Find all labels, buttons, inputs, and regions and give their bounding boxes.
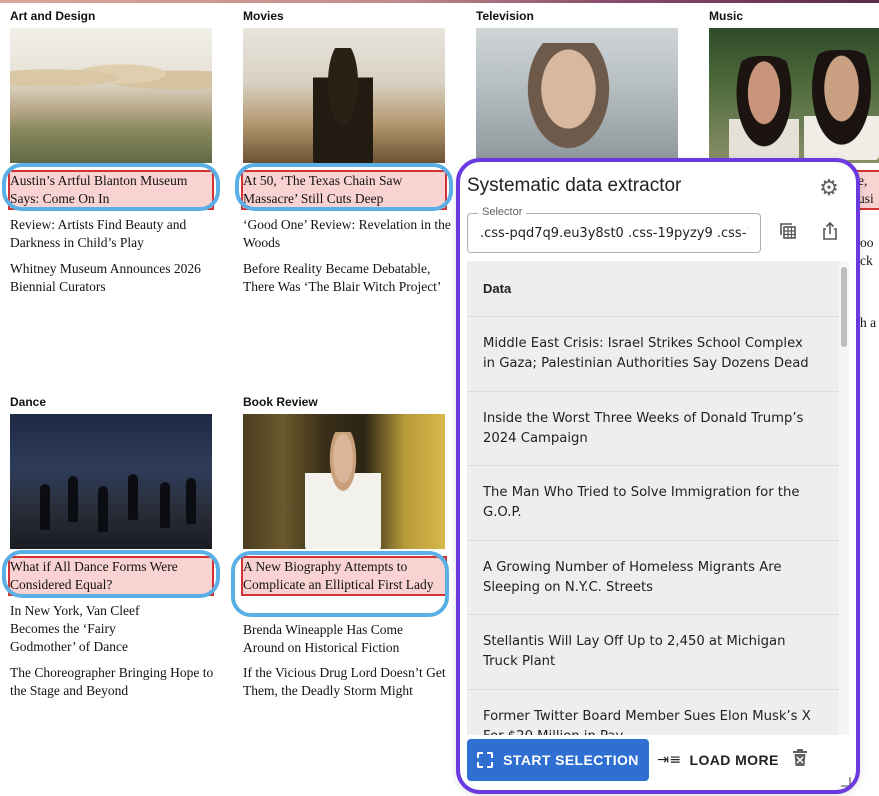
clipped-text: h a [860,315,877,330]
clipped-text: oo [860,235,874,250]
section-book-review: Book Review [243,394,318,410]
story-link[interactable]: Whitney Museum Announces 2026 Biennial C… [10,260,220,296]
book-image-portrait [305,432,381,549]
table-row[interactable]: Inside the Worst Three Weeks of Donald T… [467,392,839,466]
table-row[interactable]: Stellantis Will Lay Off Up to 2,450 at M… [467,615,839,690]
table-row[interactable]: Former Twitter Board Member Sues Elon Mu… [467,690,839,736]
art-thumbnail[interactable] [10,28,212,163]
section-title-movies[interactable]: Movies [243,8,284,24]
panel-title: Systematic data extractor [467,175,682,196]
music-story-highlight[interactable]: e, usi [856,170,879,210]
clipped-text: e, [858,173,868,188]
section-title-art[interactable]: Art and Design [10,8,95,24]
story-link[interactable]: The Choreographer Bringing Hope to the S… [10,664,220,700]
table-row[interactable]: The Man Who Tried to Solve Immigration f… [467,466,839,541]
copy-table-icon[interactable] [775,221,801,247]
dance-image-figure [68,476,78,522]
section-art-design: Art and Design [10,8,95,24]
dance-image-figure [186,478,196,524]
share-icon-graphic [823,221,837,240]
story-link[interactable]: Review: Artists Find Beauty and Darkness… [10,216,220,252]
data-extractor-panel: Systematic data extractor ⚙ Selector Dat… [459,161,857,791]
gear-icon[interactable]: ⚙ [817,177,841,201]
page-top-bar [0,0,879,3]
story-link[interactable]: In New York, Van Cleef Becomes the ‘Fair… [10,602,180,656]
share-icon[interactable] [817,221,843,247]
selector-field[interactable]: Selector [467,206,761,253]
music-image-person [729,56,799,161]
section-music: Music [709,8,743,24]
music-image-person [804,50,879,160]
section-movies: Movies [243,8,284,24]
scrollbar-thumb[interactable] [841,267,847,347]
music-thumbnail[interactable] [709,28,879,163]
dance-image-figure [128,474,138,520]
table-row[interactable]: A Growing Number of Homeless Migrants Ar… [467,541,839,615]
load-more-label: LOAD MORE [689,752,779,768]
story-link[interactable]: Austin’s Artful Blanton Museum Says: Com… [8,170,214,210]
television-image-face [521,43,616,158]
data-table[interactable]: Data Middle East Crisis: Israel Strikes … [467,261,839,735]
story-link[interactable]: At 50, ‘The Texas Chain Saw Massacre’ St… [241,170,447,210]
copy-table-icon-graphic [780,223,796,239]
clipped-text: ck [860,253,873,268]
book-review-thumbnail[interactable] [243,414,445,549]
art-image-canopy [10,58,212,98]
table-header: Data [467,261,839,317]
story-link[interactable]: A New Biography Attempts to Complicate a… [241,556,447,596]
section-dance: Dance [10,394,46,410]
load-more-button[interactable]: ⇥≡ LOAD MORE [655,739,781,781]
movies-image-figure [313,48,373,163]
trash-icon[interactable] [789,749,811,771]
section-title-music[interactable]: Music [709,8,743,24]
section-title-dance[interactable]: Dance [10,394,46,410]
television-thumbnail[interactable] [476,28,678,163]
dance-image-figure [160,482,170,528]
story-link[interactable]: ‘Good One’ Review: Revelation in the Woo… [243,216,453,252]
trash-icon-graphic [793,749,807,766]
selector-input[interactable] [468,214,760,252]
dance-image-figure [98,486,108,532]
load-more-icon: ⇥≡ [657,752,682,768]
selection-icon [477,752,494,768]
story-link[interactable]: Brenda Wineapple Has Come Around on Hist… [243,621,443,657]
story-link[interactable]: If the Vicious Drug Lord Doesn’t Get The… [243,664,448,700]
movies-thumbnail[interactable] [243,28,445,163]
section-title-television[interactable]: Television [476,8,534,24]
story-link[interactable]: What if All Dance Forms Were Considered … [8,556,214,596]
dance-image-figure [40,484,50,530]
resize-handle[interactable] [841,777,851,787]
table-row[interactable]: Middle East Crisis: Israel Strikes Schoo… [467,317,839,392]
section-television: Television [476,8,534,24]
start-selection-label: START SELECTION [503,752,639,768]
dance-thumbnail[interactable] [10,414,212,549]
section-title-book-review[interactable]: Book Review [243,394,318,410]
clipped-text: usi [858,191,874,206]
table-scrollbar[interactable] [839,261,849,735]
story-link[interactable]: Before Reality Became Debatable, There W… [243,260,443,296]
start-selection-button[interactable]: START SELECTION [467,739,649,781]
